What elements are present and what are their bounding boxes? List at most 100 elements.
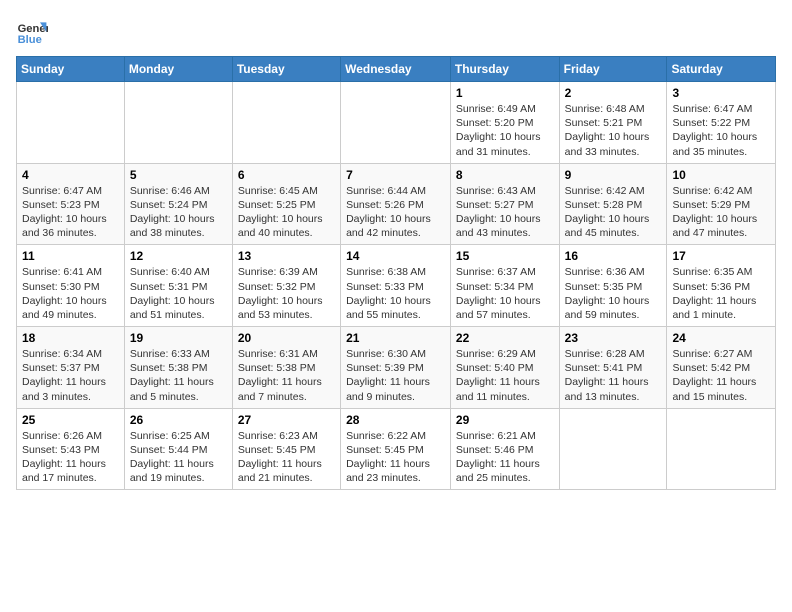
- day-number: 4: [22, 168, 119, 182]
- day-cell: 17 Sunrise: 6:35 AM Sunset: 5:36 PM Dayli…: [667, 245, 776, 327]
- day-info: Sunrise: 6:41 AM Sunset: 5:30 PM Dayligh…: [22, 265, 119, 322]
- day-cell: 18Sunrise: 6:34 AM Sunset: 5:37 PM Dayli…: [17, 327, 125, 409]
- day-info: Sunrise: 6:46 AM Sunset: 5:24 PM Dayligh…: [130, 184, 227, 241]
- day-cell: 1 Sunrise: 6:49 AM Sunset: 5:20 PM Daylig…: [450, 82, 559, 164]
- day-info: Sunrise: 6:42 AM Sunset: 5:29 PM Dayligh…: [672, 184, 770, 241]
- day-cell: 14 Sunrise: 6:38 AM Sunset: 5:33 PM Dayli…: [341, 245, 451, 327]
- week-row-3: 11 Sunrise: 6:41 AM Sunset: 5:30 PM Dayli…: [17, 245, 776, 327]
- day-cell: 2 Sunrise: 6:48 AM Sunset: 5:21 PM Daylig…: [559, 82, 667, 164]
- week-row-2: 4 Sunrise: 6:47 AM Sunset: 5:23 PM Daylig…: [17, 163, 776, 245]
- day-cell: 20Sunrise: 6:31 AM Sunset: 5:38 PM Dayli…: [232, 327, 340, 409]
- week-row-5: 25 Sunrise: 6:26 AM Sunset: 5:43 PM Dayli…: [17, 408, 776, 490]
- day-number: 25: [22, 413, 119, 427]
- day-number: 18: [22, 331, 119, 345]
- day-cell: 8 Sunrise: 6:43 AM Sunset: 5:27 PM Daylig…: [450, 163, 559, 245]
- day-cell: 9 Sunrise: 6:42 AM Sunset: 5:28 PM Daylig…: [559, 163, 667, 245]
- day-cell: 12 Sunrise: 6:40 AM Sunset: 5:31 PM Dayli…: [124, 245, 232, 327]
- header: General Blue: [16, 16, 776, 48]
- day-cell: 23Sunrise: 6:28 AM Sunset: 5:41 PM Dayli…: [559, 327, 667, 409]
- day-info: Sunrise: 6:49 AM Sunset: 5:20 PM Dayligh…: [456, 102, 554, 159]
- day-number: 16: [565, 249, 662, 263]
- logo: General Blue: [16, 16, 48, 48]
- day-info: Sunrise: 6:38 AM Sunset: 5:33 PM Dayligh…: [346, 265, 445, 322]
- day-info: Sunrise: 6:45 AM Sunset: 5:25 PM Dayligh…: [238, 184, 335, 241]
- day-number: 21: [346, 331, 445, 345]
- day-info: Sunrise: 6:43 AM Sunset: 5:27 PM Dayligh…: [456, 184, 554, 241]
- day-cell: 19Sunrise: 6:33 AM Sunset: 5:38 PM Dayli…: [124, 327, 232, 409]
- day-cell: 7 Sunrise: 6:44 AM Sunset: 5:26 PM Daylig…: [341, 163, 451, 245]
- day-cell: 27 Sunrise: 6:23 AM Sunset: 5:45 PM Dayli…: [232, 408, 340, 490]
- day-cell: 3 Sunrise: 6:47 AM Sunset: 5:22 PM Daylig…: [667, 82, 776, 164]
- day-number: 27: [238, 413, 335, 427]
- day-info: Sunrise: 6:42 AM Sunset: 5:28 PM Dayligh…: [565, 184, 662, 241]
- calendar-body: 1 Sunrise: 6:49 AM Sunset: 5:20 PM Daylig…: [17, 82, 776, 490]
- day-number: 8: [456, 168, 554, 182]
- day-cell: [341, 82, 451, 164]
- day-info: Sunrise: 6:40 AM Sunset: 5:31 PM Dayligh…: [130, 265, 227, 322]
- day-info: Sunrise: 6:37 AM Sunset: 5:34 PM Dayligh…: [456, 265, 554, 322]
- day-info: Sunrise: 6:44 AM Sunset: 5:26 PM Dayligh…: [346, 184, 445, 241]
- day-cell: 5 Sunrise: 6:46 AM Sunset: 5:24 PM Daylig…: [124, 163, 232, 245]
- day-cell: 15Sunrise: 6:37 AM Sunset: 5:34 PM Dayli…: [450, 245, 559, 327]
- day-number: 19: [130, 331, 227, 345]
- day-number: 1: [456, 86, 554, 100]
- day-info: Sunrise: 6:48 AM Sunset: 5:21 PM Dayligh…: [565, 102, 662, 159]
- day-cell: 13 Sunrise: 6:39 AM Sunset: 5:32 PM Dayli…: [232, 245, 340, 327]
- day-cell: 28 Sunrise: 6:22 AM Sunset: 5:45 PM Dayli…: [341, 408, 451, 490]
- week-row-1: 1 Sunrise: 6:49 AM Sunset: 5:20 PM Daylig…: [17, 82, 776, 164]
- day-number: 2: [565, 86, 662, 100]
- day-info: Sunrise: 6:47 AM Sunset: 5:23 PM Dayligh…: [22, 184, 119, 241]
- day-info: Sunrise: 6:30 AM Sunset: 5:39 PM Dayligh…: [346, 347, 445, 404]
- day-number: 14: [346, 249, 445, 263]
- day-info: Sunrise: 6:47 AM Sunset: 5:22 PM Dayligh…: [672, 102, 770, 159]
- day-info: Sunrise: 6:29 AM Sunset: 5:40 PM Dayligh…: [456, 347, 554, 404]
- day-info: Sunrise: 6:23 AM Sunset: 5:45 PM Dayligh…: [238, 429, 335, 486]
- day-info: Sunrise: 6:31 AM Sunset: 5:38 PM Dayligh…: [238, 347, 335, 404]
- day-cell: 16 Sunrise: 6:36 AM Sunset: 5:35 PM Dayli…: [559, 245, 667, 327]
- day-cell: 6 Sunrise: 6:45 AM Sunset: 5:25 PM Daylig…: [232, 163, 340, 245]
- column-headers: SundayMondayTuesdayWednesdayThursdayFrid…: [17, 57, 776, 82]
- day-cell: 10Sunrise: 6:42 AM Sunset: 5:29 PM Dayli…: [667, 163, 776, 245]
- day-cell: 29Sunrise: 6:21 AM Sunset: 5:46 PM Dayli…: [450, 408, 559, 490]
- day-info: Sunrise: 6:26 AM Sunset: 5:43 PM Dayligh…: [22, 429, 119, 486]
- day-cell: 21 Sunrise: 6:30 AM Sunset: 5:39 PM Dayli…: [341, 327, 451, 409]
- col-header-thursday: Thursday: [450, 57, 559, 82]
- day-number: 24: [672, 331, 770, 345]
- day-info: Sunrise: 6:25 AM Sunset: 5:44 PM Dayligh…: [130, 429, 227, 486]
- day-info: Sunrise: 6:28 AM Sunset: 5:41 PM Dayligh…: [565, 347, 662, 404]
- day-info: Sunrise: 6:35 AM Sunset: 5:36 PM Dayligh…: [672, 265, 770, 322]
- day-number: 9: [565, 168, 662, 182]
- day-info: Sunrise: 6:36 AM Sunset: 5:35 PM Dayligh…: [565, 265, 662, 322]
- day-number: 28: [346, 413, 445, 427]
- day-number: 22: [456, 331, 554, 345]
- day-number: 13: [238, 249, 335, 263]
- col-header-tuesday: Tuesday: [232, 57, 340, 82]
- day-number: 12: [130, 249, 227, 263]
- day-number: 5: [130, 168, 227, 182]
- day-cell: 4 Sunrise: 6:47 AM Sunset: 5:23 PM Daylig…: [17, 163, 125, 245]
- day-number: 6: [238, 168, 335, 182]
- col-header-wednesday: Wednesday: [341, 57, 451, 82]
- day-info: Sunrise: 6:39 AM Sunset: 5:32 PM Dayligh…: [238, 265, 335, 322]
- day-info: Sunrise: 6:22 AM Sunset: 5:45 PM Dayligh…: [346, 429, 445, 486]
- day-number: 26: [130, 413, 227, 427]
- day-cell: [124, 82, 232, 164]
- col-header-saturday: Saturday: [667, 57, 776, 82]
- day-number: 11: [22, 249, 119, 263]
- day-number: 3: [672, 86, 770, 100]
- logo-icon: General Blue: [16, 16, 48, 48]
- day-number: 29: [456, 413, 554, 427]
- day-cell: 22 Sunrise: 6:29 AM Sunset: 5:40 PM Dayli…: [450, 327, 559, 409]
- col-header-monday: Monday: [124, 57, 232, 82]
- day-number: 7: [346, 168, 445, 182]
- day-cell: 26 Sunrise: 6:25 AM Sunset: 5:44 PM Dayli…: [124, 408, 232, 490]
- day-cell: 11 Sunrise: 6:41 AM Sunset: 5:30 PM Dayli…: [17, 245, 125, 327]
- day-cell: [667, 408, 776, 490]
- col-header-friday: Friday: [559, 57, 667, 82]
- day-number: 17: [672, 249, 770, 263]
- day-cell: [17, 82, 125, 164]
- calendar-table: SundayMondayTuesdayWednesdayThursdayFrid…: [16, 56, 776, 490]
- day-cell: [232, 82, 340, 164]
- day-cell: [559, 408, 667, 490]
- day-info: Sunrise: 6:27 AM Sunset: 5:42 PM Dayligh…: [672, 347, 770, 404]
